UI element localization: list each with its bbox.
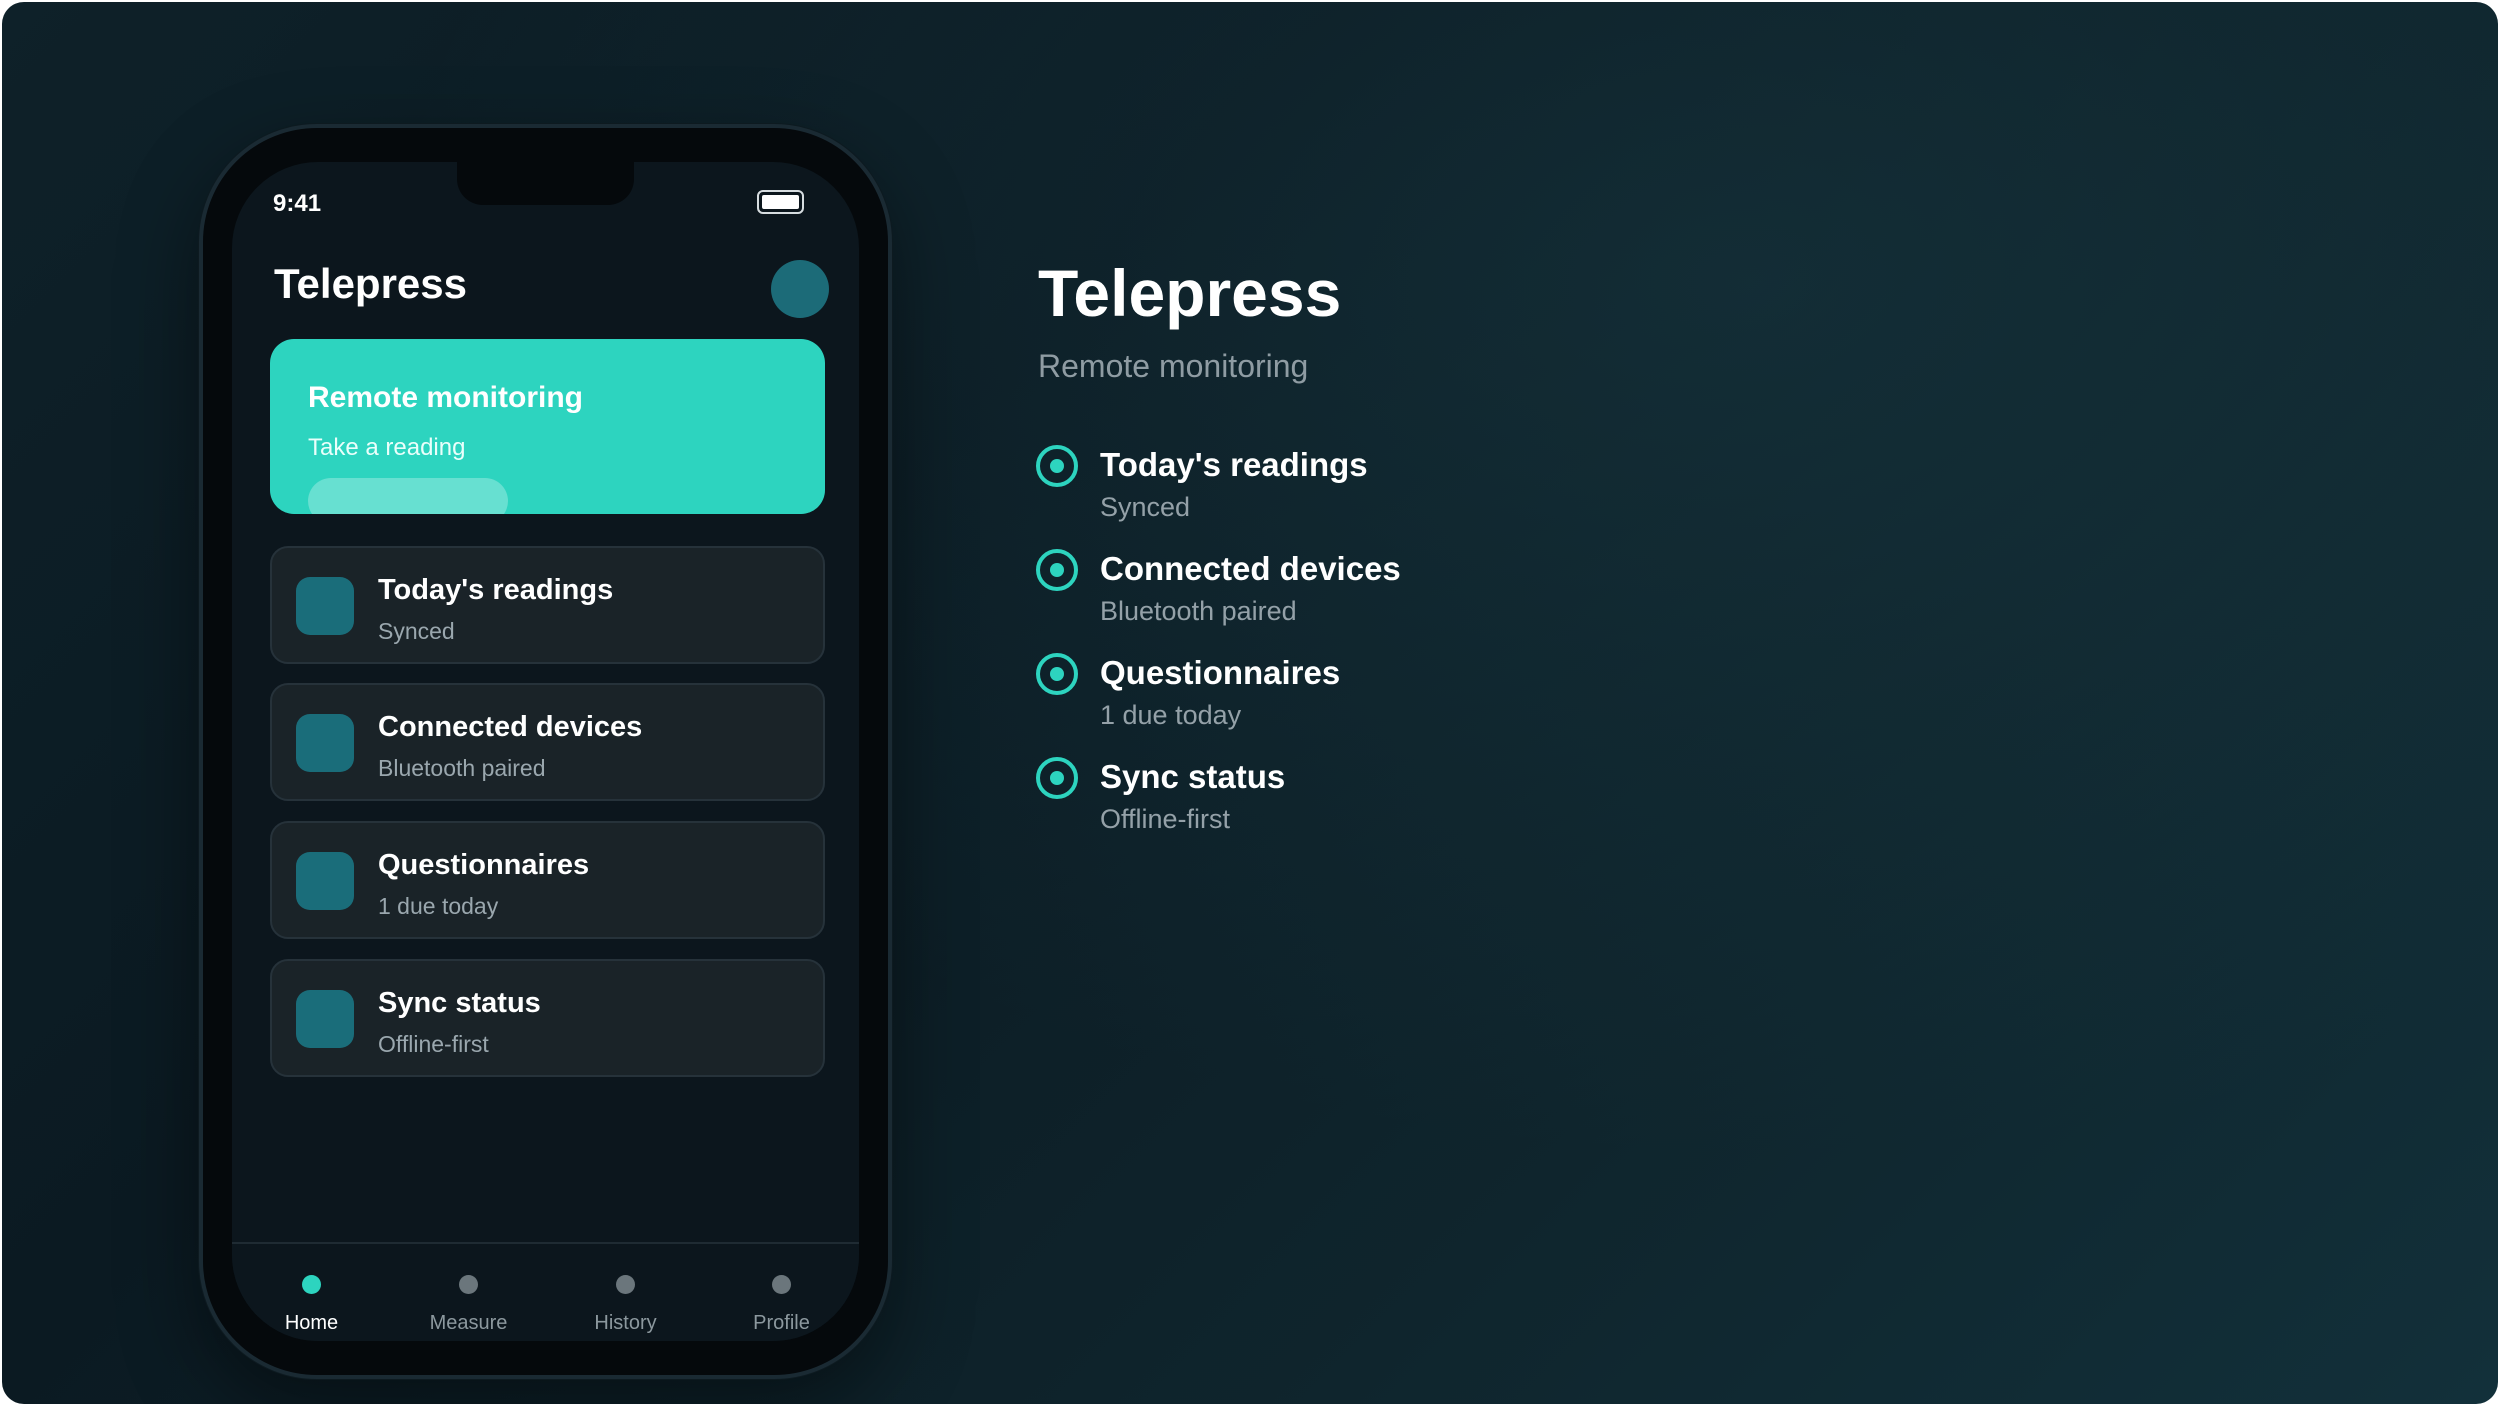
battery-level — [762, 195, 799, 209]
feature-subtitle: Bluetooth paired — [1100, 596, 1297, 626]
feature-title: Connected devices — [1100, 550, 1401, 587]
hero-subtitle: Take a reading — [308, 434, 466, 461]
readings-icon — [296, 577, 354, 635]
avatar[interactable] — [771, 260, 829, 318]
devices-icon — [296, 714, 354, 772]
tab-label: History — [594, 1312, 657, 1334]
feature-subtitle: 1 due today — [1100, 700, 1242, 730]
card-subtitle: Bluetooth paired — [378, 755, 546, 781]
feature-title: Sync status — [1100, 758, 1286, 795]
card-subtitle: 1 due today — [378, 893, 499, 919]
tab-label: Measure — [429, 1312, 508, 1334]
home-icon — [302, 1275, 321, 1294]
history-icon — [616, 1275, 635, 1294]
status-time: 9:41 — [273, 190, 322, 217]
measure-icon — [459, 1275, 478, 1294]
feature-subtitle: Offline-first — [1100, 804, 1231, 834]
feature-item: Questionnaires 1 due today — [1036, 653, 1836, 743]
app-title: Telepress — [274, 260, 467, 307]
side-subtitle: Remote monitoring — [1038, 348, 1309, 384]
tab-home[interactable]: Home — [233, 1244, 390, 1341]
radio-dot-icon — [1036, 653, 1078, 695]
sync-icon — [296, 990, 354, 1048]
phone-notch — [457, 162, 634, 205]
card-title: Sync status — [378, 987, 541, 1019]
card-connected-devices[interactable]: Connected devices Bluetooth paired — [270, 683, 825, 801]
feature-title: Today's readings — [1100, 446, 1368, 483]
radio-dot-icon — [1036, 549, 1078, 591]
card-todays-readings[interactable]: Today's readings Synced — [270, 546, 825, 664]
tab-label: Profile — [753, 1312, 810, 1334]
card-questionnaires[interactable]: Questionnaires 1 due today — [270, 821, 825, 939]
feature-item: Connected devices Bluetooth paired — [1036, 549, 1836, 639]
card-subtitle: Synced — [378, 618, 455, 644]
feature-item: Today's readings Synced — [1036, 445, 1836, 535]
questionnaire-icon — [296, 852, 354, 910]
presentation-canvas: 9:41 Telepress Remote monitoring Take a … — [2, 2, 2498, 1404]
card-subtitle: Offline-first — [378, 1031, 489, 1057]
radio-dot-icon — [1036, 757, 1078, 799]
tab-history[interactable]: History — [547, 1244, 704, 1341]
tab-label: Home — [284, 1312, 339, 1334]
battery-icon — [757, 190, 804, 214]
tab-measure[interactable]: Measure — [390, 1244, 547, 1341]
tab-profile[interactable]: Profile — [703, 1244, 859, 1341]
hero-card[interactable]: Remote monitoring Take a reading — [270, 339, 825, 514]
card-title: Connected devices — [378, 711, 643, 743]
take-reading-button[interactable] — [308, 478, 508, 514]
card-title: Today's readings — [378, 574, 614, 606]
feature-title: Questionnaires — [1100, 654, 1341, 691]
feature-subtitle: Synced — [1100, 492, 1191, 522]
feature-item: Sync status Offline-first — [1036, 757, 1836, 847]
phone-screen: 9:41 Telepress Remote monitoring Take a … — [232, 162, 859, 1341]
card-title: Questionnaires — [378, 849, 590, 881]
radio-dot-icon — [1036, 445, 1078, 487]
card-sync-status[interactable]: Sync status Offline-first — [270, 959, 825, 1077]
side-title: Telepress — [1038, 256, 1342, 330]
phone-frame: 9:41 Telepress Remote monitoring Take a … — [199, 124, 892, 1379]
tab-bar: Home Measure History Profile — [232, 1242, 859, 1341]
hero-title: Remote monitoring — [308, 381, 583, 414]
profile-icon — [772, 1275, 791, 1294]
